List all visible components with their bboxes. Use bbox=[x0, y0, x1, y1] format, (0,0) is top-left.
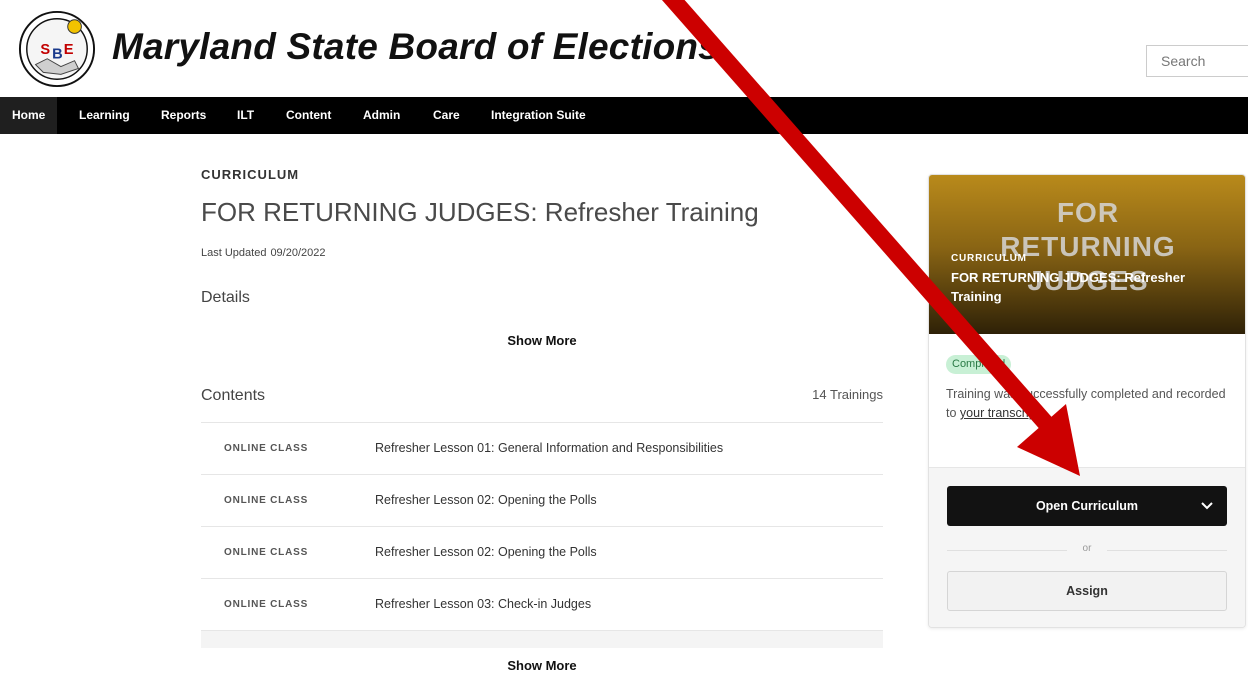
details-show-more-button[interactable]: Show More bbox=[201, 333, 883, 348]
open-curriculum-label: Open Curriculum bbox=[1035, 499, 1139, 513]
page-title: FOR RETURNING JUDGES: Refresher Training bbox=[201, 197, 759, 227]
content-type: ONLINE CLASS bbox=[224, 495, 309, 506]
last-updated-label: Last Updated bbox=[201, 247, 267, 259]
nav-reports[interactable]: Reports bbox=[161, 97, 206, 134]
contents-heading: Contents bbox=[201, 387, 266, 404]
or-label: or bbox=[1082, 543, 1092, 554]
content-row[interactable]: ONLINE CLASS Refresher Lesson 02: Openin… bbox=[201, 526, 883, 578]
nav-content[interactable]: Content bbox=[286, 97, 331, 134]
thumbnail-line: FOR bbox=[1056, 197, 1120, 228]
search-input[interactable] bbox=[1146, 45, 1248, 77]
site-header: S B E Maryland State Board of Elections bbox=[0, 0, 1248, 97]
main-navigation: Home Learning Reports ILT Content Admin … bbox=[0, 97, 1248, 134]
nav-integration-suite[interactable]: Integration Suite bbox=[491, 97, 586, 134]
transcript-link[interactable]: your transcript. bbox=[960, 406, 1043, 420]
last-updated: Last Updated 09/20/2022 bbox=[201, 247, 326, 259]
content-type-label: CURRICULUM bbox=[201, 167, 300, 182]
nav-learning[interactable]: Learning bbox=[79, 97, 130, 134]
content-row[interactable]: ONLINE CLASS Refresher Lesson 01: Genera… bbox=[201, 422, 883, 474]
sbe-logo[interactable]: S B E bbox=[18, 10, 96, 88]
content-row[interactable]: ONLINE CLASS Refresher Lesson 02: Openin… bbox=[201, 474, 883, 526]
or-divider: or bbox=[947, 542, 1227, 558]
card-actions: Open Curriculum or Assign bbox=[929, 467, 1245, 627]
content-title[interactable]: Refresher Lesson 03: Check-in Judges bbox=[375, 597, 591, 611]
content-type: ONLINE CLASS bbox=[224, 547, 309, 558]
site-title[interactable]: Maryland State Board of Elections bbox=[112, 26, 719, 68]
nav-admin[interactable]: Admin bbox=[363, 97, 400, 134]
content-type: ONLINE CLASS bbox=[224, 443, 309, 454]
contents-list: ONLINE CLASS Refresher Lesson 01: Genera… bbox=[201, 422, 883, 630]
nav-ilt[interactable]: ILT bbox=[237, 97, 254, 134]
content-type: ONLINE CLASS bbox=[224, 599, 309, 610]
svg-text:E: E bbox=[64, 42, 74, 58]
content-title[interactable]: Refresher Lesson 02: Opening the Polls bbox=[375, 545, 597, 559]
curriculum-thumbnail: FOR RETURNING JUDGES CURRICULUM FOR RETU… bbox=[929, 175, 1245, 334]
open-curriculum-button[interactable]: Open Curriculum bbox=[947, 486, 1227, 526]
content-title[interactable]: Refresher Lesson 02: Opening the Polls bbox=[375, 493, 597, 507]
content-row[interactable]: ONLINE CLASS Refresher Lesson 03: Check-… bbox=[201, 578, 883, 630]
content-title[interactable]: Refresher Lesson 01: General Information… bbox=[375, 441, 723, 455]
nav-care[interactable]: Care bbox=[433, 97, 460, 134]
list-fade bbox=[201, 630, 883, 648]
divider-line bbox=[1107, 550, 1227, 551]
card-title: FOR RETURNING JUDGES: Refresher Training bbox=[951, 270, 1186, 304]
contents-show-more-button[interactable]: Show More bbox=[201, 658, 883, 673]
svg-text:S: S bbox=[40, 42, 50, 58]
details-heading: Details bbox=[201, 289, 250, 306]
status-badge: Completed bbox=[946, 355, 1012, 374]
status-message: Training was successfully completed and … bbox=[946, 385, 1236, 423]
svg-text:B: B bbox=[52, 47, 63, 63]
assign-button[interactable]: Assign bbox=[947, 571, 1227, 611]
last-updated-date: 09/20/2022 bbox=[270, 247, 326, 259]
curriculum-card: FOR RETURNING JUDGES CURRICULUM FOR RETU… bbox=[928, 174, 1246, 628]
contents-count: 14 Trainings bbox=[812, 387, 883, 402]
card-content-type: CURRICULUM bbox=[951, 253, 1027, 264]
chevron-down-icon[interactable] bbox=[1201, 486, 1213, 526]
nav-home[interactable]: Home bbox=[0, 97, 58, 134]
